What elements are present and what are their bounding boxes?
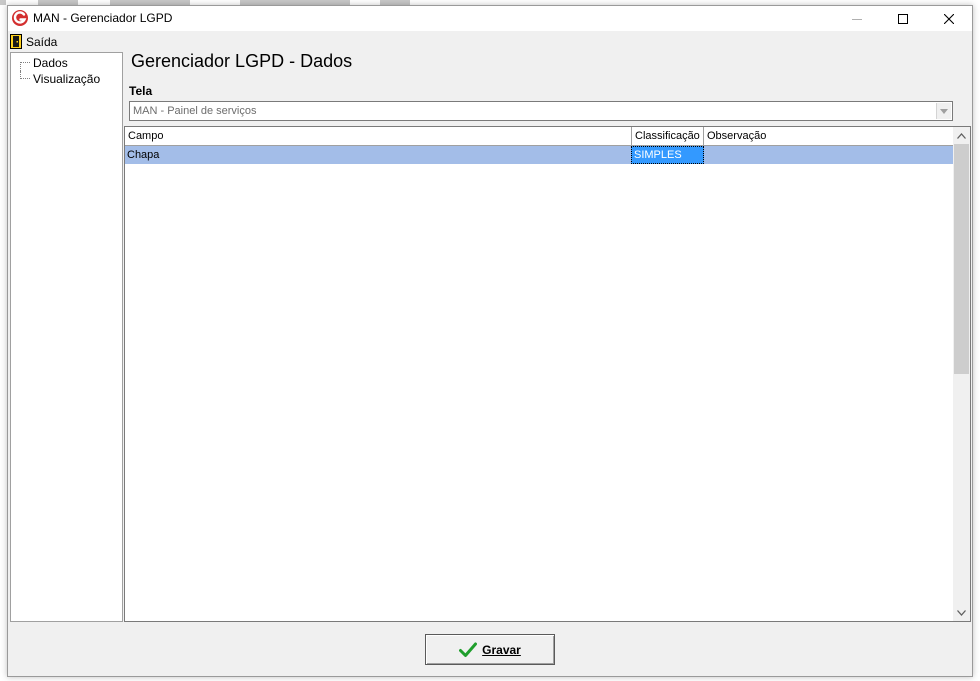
menu-bar: Saída (8, 31, 972, 51)
scroll-down-icon (957, 609, 966, 616)
tela-dropdown[interactable]: MAN - Painel de serviços (129, 101, 953, 121)
save-button-label: Gravar (482, 642, 521, 657)
dropdown-button[interactable] (936, 103, 951, 119)
scroll-up-icon (957, 132, 966, 139)
tree-item-visualizacao[interactable]: Visualização (11, 71, 100, 86)
tree-connector (11, 71, 31, 86)
close-button[interactable] (926, 6, 972, 31)
table-row[interactable]: Chapa SIMPLES (125, 146, 954, 164)
minimize-button[interactable] (834, 6, 880, 31)
column-header-campo[interactable]: Campo (125, 127, 632, 145)
title-bar[interactable]: MAN - Gerenciador LGPD (8, 6, 972, 31)
main-window: MAN - Gerenciador LGPD Saída Dados Visua… (7, 5, 973, 677)
column-header-classificacao[interactable]: Classificação (632, 127, 704, 145)
grid-header: Campo Classificação Observação (125, 127, 954, 146)
tree-connector (11, 55, 31, 71)
page-title: Gerenciador LGPD - Dados (131, 51, 353, 71)
fields-grid[interactable]: Campo Classificação Observação Chapa SIM… (124, 126, 971, 622)
cell-classificacao[interactable]: SIMPLES (631, 146, 704, 164)
cell-campo[interactable]: Chapa (125, 146, 630, 164)
save-button[interactable]: Gravar (425, 634, 555, 665)
tela-label: Tela (129, 84, 153, 98)
tree-item-label: Visualização (33, 71, 101, 86)
bottom-bar: Gravar (8, 623, 972, 676)
tree-item-dados[interactable]: Dados (11, 55, 68, 71)
close-icon (944, 13, 954, 24)
checkmark-icon (459, 642, 478, 657)
maximize-button[interactable] (880, 6, 926, 31)
navigation-tree: Dados Visualização (10, 52, 123, 622)
maximize-icon (898, 13, 908, 24)
app-logo-icon (12, 10, 28, 26)
exit-menu-label: Saída (26, 34, 58, 49)
scrollbar-thumb[interactable] (954, 144, 969, 374)
tela-dropdown-value: MAN - Painel de serviços (133, 105, 257, 117)
vertical-scrollbar[interactable] (953, 127, 970, 621)
exit-door-icon (10, 34, 22, 49)
column-header-observacao[interactable]: Observação (704, 127, 954, 145)
minimize-icon (852, 18, 862, 20)
cell-observacao[interactable] (705, 146, 954, 164)
dropdown-arrow-icon (940, 108, 948, 114)
exit-menu-item[interactable]: Saída (10, 33, 57, 50)
tree-item-label: Dados (33, 55, 68, 70)
scroll-down-button[interactable] (953, 604, 970, 621)
window-title: MAN - Gerenciador LGPD (33, 11, 173, 25)
scroll-up-button[interactable] (953, 127, 970, 144)
